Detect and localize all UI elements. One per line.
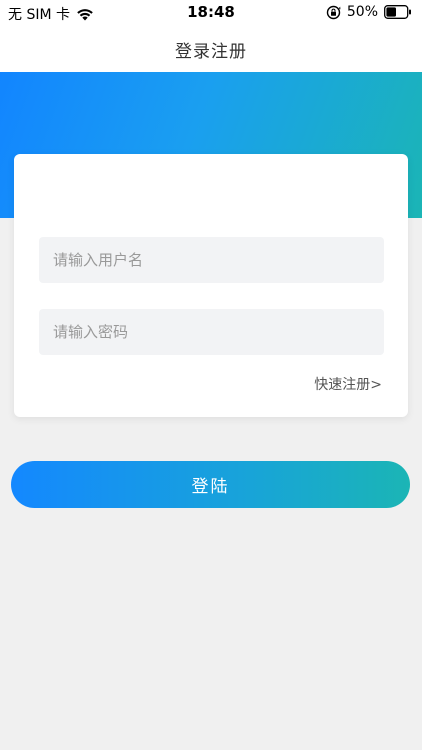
password-input[interactable] <box>39 309 384 355</box>
page-title: 登录注册 <box>175 41 247 62</box>
rotation-lock-icon <box>326 5 341 20</box>
quick-register-link[interactable]: 快速注册> <box>314 374 382 394</box>
login-card: 快速注册> <box>14 154 408 417</box>
battery-percent: 50% <box>346 4 378 20</box>
login-button[interactable]: 登陆 <box>11 461 410 508</box>
battery-icon <box>384 5 412 19</box>
login-screen: 无 SIM 卡 18:48 50% 登录注册 请输入用户名 快速注册> 登陆 <box>0 0 422 750</box>
status-bar: 无 SIM 卡 18:48 50% <box>0 0 422 26</box>
username-input[interactable] <box>39 237 384 283</box>
status-right: 50% <box>326 4 412 20</box>
nav-bar: 登录注册 <box>0 26 422 72</box>
